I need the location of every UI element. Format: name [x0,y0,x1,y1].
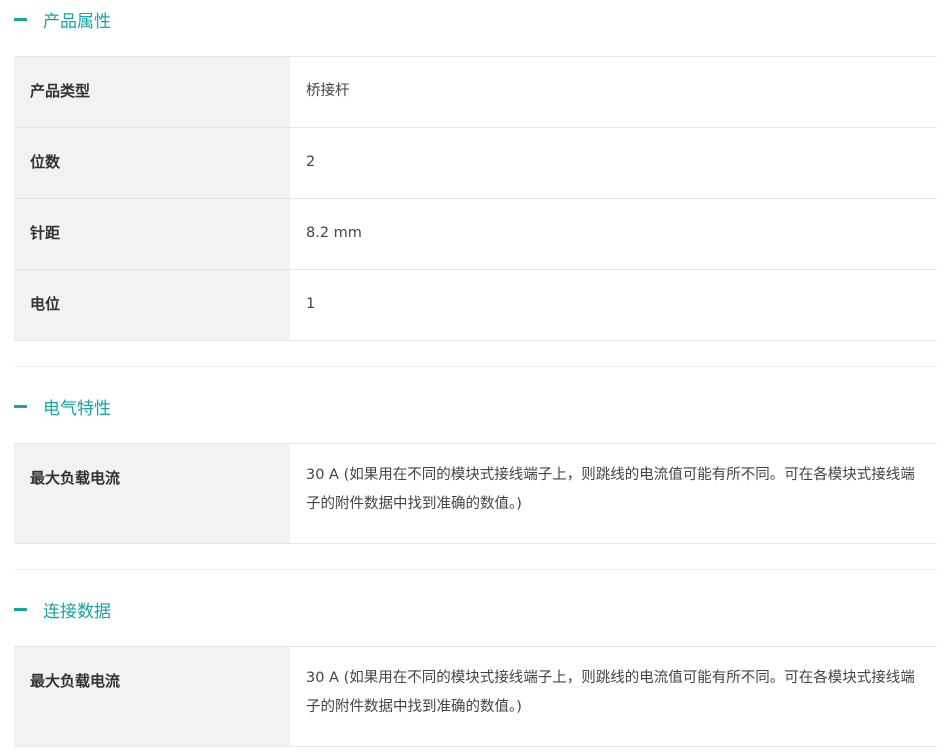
row-label: 最大负载电流 [14,443,290,544]
attributes-table: 产品类型 桥接杆 位数 2 针距 8.2 mm 电位 1 [14,56,937,341]
collapse-icon [14,607,27,611]
section-connection: 连接数据 最大负载电流 30 A (如果用在不同的模块式接线端子上，则跳线的电流… [0,590,949,747]
row-value: 8.2 mm [306,225,362,241]
row-label: 针距 [14,198,290,270]
section-divider [14,569,937,570]
section-header-product-attributes[interactable]: 产品属性 [0,0,949,38]
table-row: 最大负载电流 30 A (如果用在不同的模块式接线端子上，则跳线的电流值可能有所… [14,443,937,544]
row-value: 30 A (如果用在不同的模块式接线端子上，则跳线的电流值可能有所不同。可在各模… [306,670,915,715]
collapse-icon [14,17,27,21]
row-value: 1 [306,296,316,312]
section-divider [14,366,937,367]
section-header-electrical[interactable]: 电气特性 [0,387,949,425]
collapse-icon [14,404,27,408]
section-product-attributes: 产品属性 产品类型 桥接杆 位数 2 针距 8.2 mm 电位 1 [0,0,949,341]
table-row: 最大负载电流 30 A (如果用在不同的模块式接线端子上，则跳线的电流值可能有所… [14,646,937,747]
section-title: 产品属性 [43,11,111,32]
electrical-table: 最大负载电流 30 A (如果用在不同的模块式接线端子上，则跳线的电流值可能有所… [14,443,937,544]
row-label: 最大负载电流 [14,646,290,747]
row-value: 30 A (如果用在不同的模块式接线端子上，则跳线的电流值可能有所不同。可在各模… [306,467,915,512]
row-label: 产品类型 [14,56,290,128]
section-electrical: 电气特性 最大负载电流 30 A (如果用在不同的模块式接线端子上，则跳线的电流… [0,387,949,544]
section-header-connection[interactable]: 连接数据 [0,590,949,628]
table-row: 针距 8.2 mm [14,198,937,270]
connection-table: 最大负载电流 30 A (如果用在不同的模块式接线端子上，则跳线的电流值可能有所… [14,646,937,747]
section-title: 电气特性 [43,398,111,419]
table-row: 产品类型 桥接杆 [14,56,937,128]
row-label: 电位 [14,269,290,341]
row-label: 位数 [14,127,290,199]
section-title: 连接数据 [43,601,111,622]
table-row: 位数 2 [14,127,937,199]
row-value: 桥接杆 [306,83,350,99]
row-value: 2 [306,154,316,170]
table-row: 电位 1 [14,269,937,341]
